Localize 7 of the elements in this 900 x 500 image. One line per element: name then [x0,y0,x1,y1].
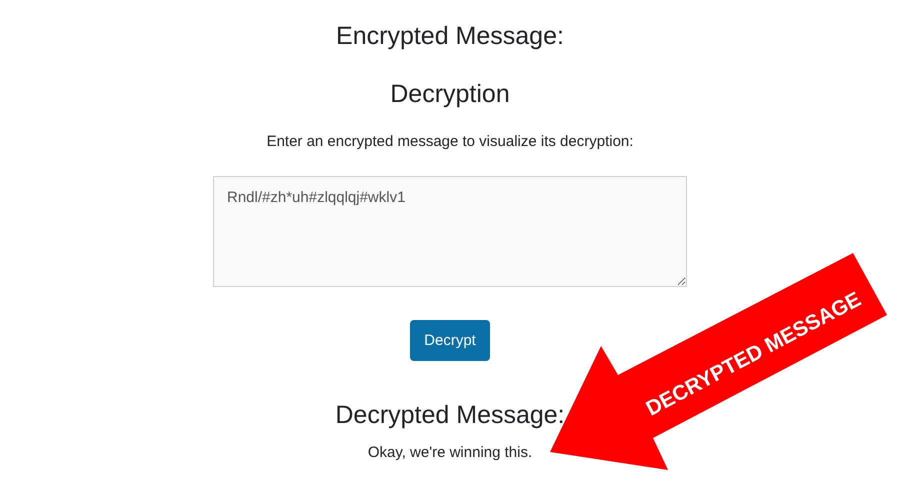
decrypt-button[interactable]: Decrypt [410,320,490,361]
page-heading: Encrypted Message: [336,21,564,52]
decrypted-text: Okay, we're winning this. [368,443,532,463]
instruction-text: Enter an encrypted message to visualize its decryption: [266,132,634,152]
result-heading: Decrypted Message: [335,400,565,431]
message-field[interactable]: Rndl/#zh*uh#zlqqlqj#wklv1 [213,176,687,287]
section-title: Decryption [390,79,510,110]
